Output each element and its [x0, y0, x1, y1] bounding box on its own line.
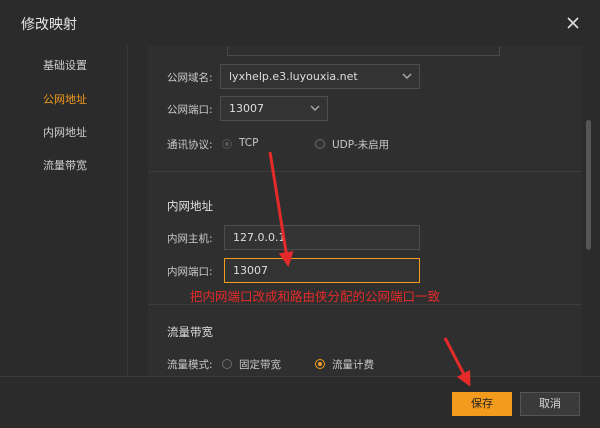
dialog-title: 修改映射 [21, 17, 77, 33]
intranet-port-label: 内网端口: [167, 266, 213, 278]
sidebar: 基础设置 公网地址 内网地址 流量带宽 [0, 46, 128, 376]
protocol-tcp-radio[interactable] [222, 139, 232, 149]
bandwidth-metered-radio[interactable] [315, 359, 325, 369]
intranet-host-label: 内网主机: [167, 233, 213, 245]
chevron-down-icon [310, 97, 320, 128]
bandwidth-fixed-radio[interactable] [222, 359, 232, 369]
intranet-port-value: 13007 [233, 264, 268, 277]
sidebar-item-intranet-address[interactable]: 内网地址 [43, 124, 87, 140]
sidebar-item-bandwidth[interactable]: 流量带宽 [43, 157, 87, 173]
protocol-tcp-label: TCP [239, 137, 259, 149]
annotation-text: 把内网端口改成和路由侠分配的公网端口一致 [190, 289, 441, 304]
bandwidth-fixed-label: 固定带宽 [239, 359, 281, 371]
protocol-label: 通讯协议: [167, 139, 213, 151]
save-button[interactable]: 保存 [452, 392, 512, 416]
public-domain-value: lyxhelp.e3.luyouxia.net [229, 70, 358, 83]
close-icon[interactable] [564, 14, 582, 32]
protocol-udp-radio[interactable] [315, 139, 325, 149]
public-port-select[interactable]: 13007 [220, 96, 328, 121]
bandwidth-mode-label: 流量模式: [167, 359, 213, 371]
public-domain-label: 公网域名: [167, 72, 213, 84]
protocol-udp-label: UDP-未启用 [332, 139, 390, 151]
sidebar-item-basic-settings[interactable]: 基础设置 [43, 57, 87, 73]
title-bar: 修改映射 [0, 0, 600, 46]
section-divider [148, 171, 582, 172]
public-domain-select[interactable]: lyxhelp.e3.luyouxia.net [220, 64, 420, 89]
bandwidth-section-title: 流量带宽 [167, 325, 213, 339]
intranet-host-input[interactable]: 127.0.0.1 [224, 225, 420, 250]
public-port-label: 公网端口: [167, 104, 213, 116]
scrollbar-thumb[interactable] [586, 120, 591, 250]
scrolled-field-edge [227, 46, 500, 56]
public-port-value: 13007 [229, 102, 264, 115]
intranet-port-input[interactable]: 13007 [224, 258, 420, 283]
dialog-footer: 保存 取消 [0, 376, 600, 428]
chevron-down-icon [402, 65, 412, 96]
settings-panel: 公网域名: lyxhelp.e3.luyouxia.net 公网端口: 1300… [148, 46, 582, 376]
intranet-host-value: 127.0.0.1 [233, 231, 286, 244]
bandwidth-metered-label: 流量计费 [332, 359, 374, 371]
intranet-section-title: 内网地址 [167, 199, 213, 213]
sidebar-item-public-address[interactable]: 公网地址 [43, 91, 87, 107]
cancel-button[interactable]: 取消 [520, 392, 580, 416]
